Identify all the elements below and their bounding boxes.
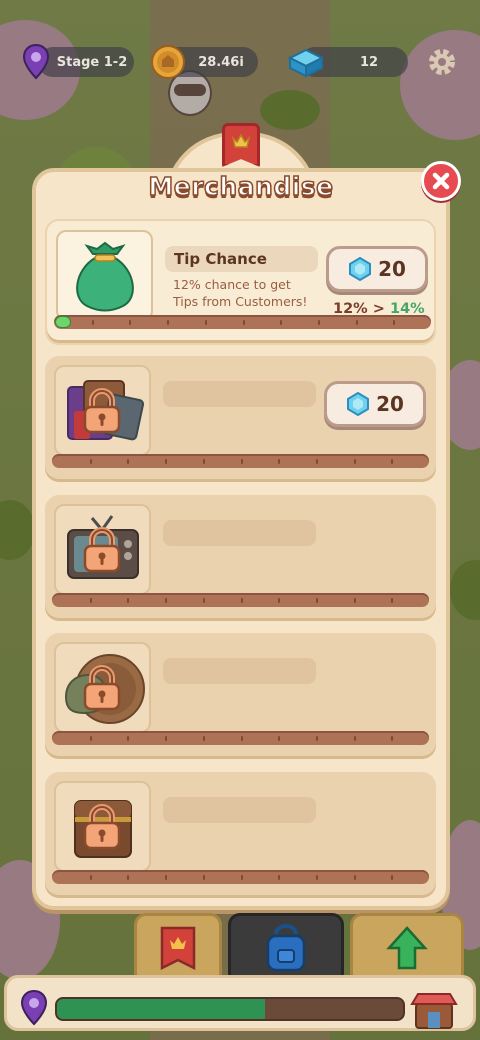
upgrade-name: Tip Chance <box>165 246 318 272</box>
progress-tick <box>165 875 168 880</box>
progress-tick <box>391 598 394 603</box>
backpack-tab-icon <box>266 924 306 972</box>
progress-tick <box>315 459 318 464</box>
lock-icon <box>82 527 122 577</box>
stage-pill: Stage 1-2 <box>38 47 134 77</box>
progress-tick <box>127 875 130 880</box>
progress-tick <box>353 736 356 741</box>
progress-tick <box>165 459 168 464</box>
money-bag-icon <box>75 241 134 311</box>
location-pin-icon <box>22 44 50 80</box>
progress-tick <box>393 320 396 325</box>
progress-tick <box>278 736 281 741</box>
progress-tick <box>315 875 318 880</box>
banner-tab-icon <box>160 926 196 971</box>
progress-tick <box>315 736 318 741</box>
locked-name-placeholder <box>163 381 316 407</box>
progress-tick <box>353 459 356 464</box>
gem-stack-icon <box>286 42 326 82</box>
progress-tick <box>240 459 243 464</box>
progress-tick <box>165 736 168 741</box>
progress-tick <box>315 598 318 603</box>
progress-tick <box>127 459 130 464</box>
progress-tick <box>129 320 132 325</box>
experience-progress-fill <box>57 999 265 1019</box>
upgrade-arrow-icon <box>386 926 428 970</box>
stage-label: Stage 1-2 <box>56 54 128 70</box>
location-pin-icon <box>20 989 48 1030</box>
progress-tick <box>355 320 358 325</box>
upgrade-description: 12% chance to get Tips from Customers! <box>173 276 333 310</box>
progress-tick <box>242 320 245 325</box>
upgrade-buy-button[interactable]: 20 <box>324 381 426 427</box>
upgrade-progress-bar <box>54 315 431 329</box>
close-icon <box>432 172 450 190</box>
upgrade-progress-bar <box>52 870 429 884</box>
progress-tick <box>89 875 92 880</box>
progress-tick <box>240 598 243 603</box>
gear-icon[interactable] <box>426 46 458 78</box>
dialog-title: Merchandise <box>148 171 334 202</box>
progress-tick <box>240 875 243 880</box>
upgrade-cost: 20 <box>378 257 406 281</box>
progress-tick <box>202 875 205 880</box>
progress-tick <box>280 320 283 325</box>
progress-tick <box>240 736 243 741</box>
locked-name-placeholder <box>163 520 316 546</box>
progress-tick <box>278 459 281 464</box>
locked-name-placeholder <box>163 658 316 684</box>
progress-tick <box>204 320 207 325</box>
shop-icon[interactable] <box>410 990 458 1034</box>
progress-tick <box>278 598 281 603</box>
lock-icon <box>82 804 122 854</box>
progress-tick <box>167 320 170 325</box>
progress-tick <box>391 459 394 464</box>
upgrade-progress-fill <box>55 316 71 328</box>
upgrade-buy-button[interactable]: 20 <box>326 246 428 292</box>
progress-tick <box>202 736 205 741</box>
upgrade-thumbnail <box>56 230 153 321</box>
experience-progress-bar <box>55 997 405 1021</box>
progress-tick <box>127 736 130 741</box>
upgrade-progress-bar <box>52 454 429 468</box>
upgrade-description-line-1: 12% chance to get <box>173 277 291 292</box>
progress-tick <box>391 875 394 880</box>
progress-tick <box>278 875 281 880</box>
progress-tick <box>353 598 356 603</box>
upgrade-progress-bar <box>52 593 429 607</box>
progress-tick <box>91 320 94 325</box>
lock-icon <box>82 665 122 715</box>
progress-tick <box>317 320 320 325</box>
upgrade-description-line-2: Tips from Customers! <box>173 294 308 309</box>
progress-tick <box>89 736 92 741</box>
coin-icon <box>150 44 186 80</box>
upgrade-progress-bar <box>52 731 429 745</box>
locked-name-placeholder <box>163 797 316 823</box>
close-button[interactable] <box>421 161 461 201</box>
upgrade-cost: 20 <box>376 392 404 416</box>
progress-tick <box>89 459 92 464</box>
upgrade-card-tip-chance: Tip Chance 12% chance to get Tips from C… <box>45 219 436 345</box>
progress-tick <box>89 598 92 603</box>
progress-tick <box>202 598 205 603</box>
lock-icon <box>82 388 122 438</box>
progress-tick <box>353 875 356 880</box>
gem-icon <box>347 392 370 416</box>
progress-tick <box>127 598 130 603</box>
coins-value: 28.46i <box>198 54 244 70</box>
progress-tick <box>202 459 205 464</box>
gem-icon <box>349 257 372 281</box>
gems-value: 12 <box>359 54 379 70</box>
progress-tick <box>165 598 168 603</box>
progress-tick <box>391 736 394 741</box>
